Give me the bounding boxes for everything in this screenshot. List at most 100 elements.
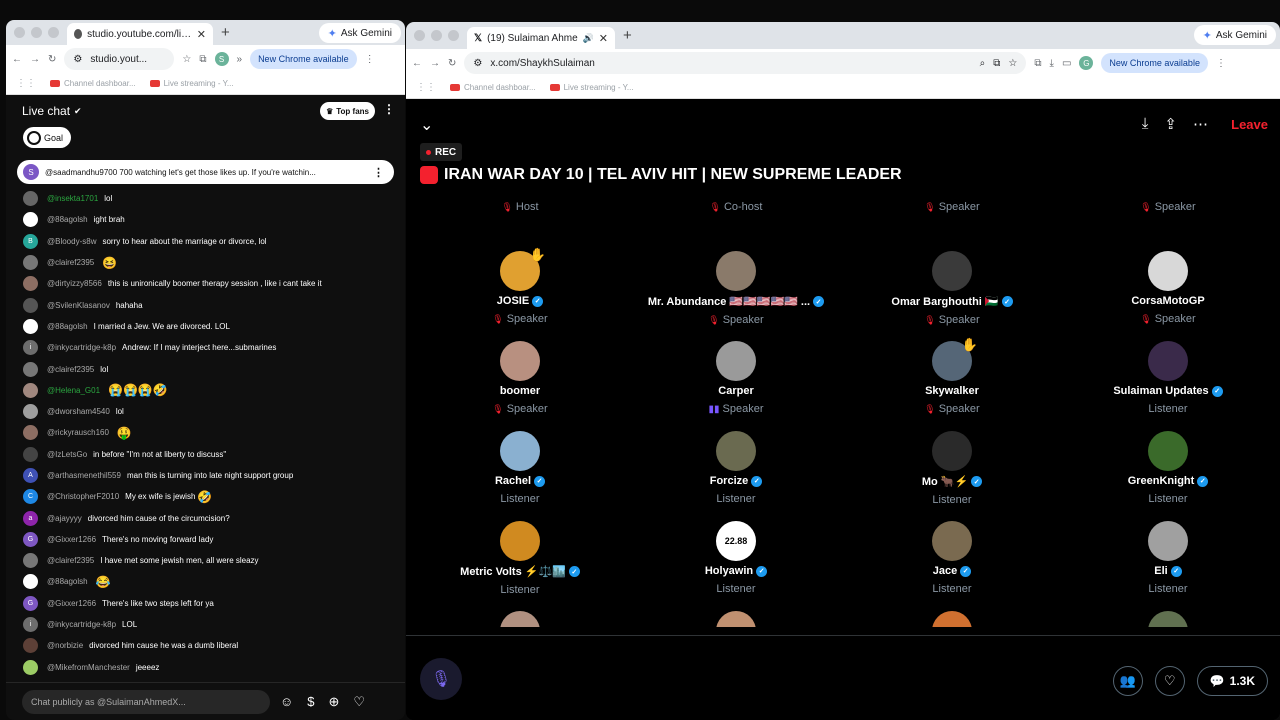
bookmark-star-icon[interactable]: ☆ <box>1008 58 1017 69</box>
chat-message[interactable]: a @ajayyyy divorced him cause of the circu… <box>6 507 405 528</box>
avatar[interactable]: A <box>23 468 38 483</box>
people-icon[interactable]: 👥 <box>1112 666 1143 696</box>
avatar[interactable] <box>23 446 38 462</box>
participant[interactable]: Rachel ✓ Listener <box>412 431 628 505</box>
chat-message[interactable]: @SvilenKlasanov hahaha <box>6 294 405 315</box>
tab-live-chat[interactable]: studio.youtube.com/live_chat ✕ <box>67 23 213 45</box>
avatar[interactable] <box>1148 251 1188 291</box>
reload-icon[interactable]: ↻ <box>48 54 56 65</box>
pinned-more-icon[interactable]: ⋮ <box>373 166 384 179</box>
avatar[interactable] <box>23 425 38 441</box>
new-tab-icon[interactable]: + <box>623 27 632 44</box>
window-controls[interactable] <box>6 27 67 38</box>
chat-author[interactable]: @norbizie <box>47 641 83 650</box>
avatar[interactable]: a <box>23 510 38 526</box>
avatar[interactable]: C <box>23 489 38 505</box>
chat-author[interactable]: @Helena_G01 <box>47 386 100 395</box>
address-bar[interactable]: ⚙ x.com/ShaykhSulaiman ⌕ ⧉ ☆ <box>464 52 1027 74</box>
avatar[interactable]: i <box>23 340 38 356</box>
chat-author[interactable]: @ChristopherF2010 <box>47 492 119 501</box>
avatar[interactable] <box>932 251 972 291</box>
avatar[interactable] <box>500 341 540 381</box>
participant[interactable]: Andrew Sheets✓🎙Speaker <box>1060 197 1276 213</box>
reload-icon[interactable]: ↻ <box>448 58 456 69</box>
top-fans-button[interactable]: ♛ Top fans <box>320 102 375 120</box>
avatar[interactable] <box>932 431 972 471</box>
avatar[interactable]: G <box>23 531 38 547</box>
chat-input[interactable]: Chat publicly as @SulaimanAhmedX... <box>22 689 270 714</box>
avatar[interactable]: G <box>23 595 38 611</box>
chat-message[interactable]: i @inkycartridge-k8p LOL <box>6 614 405 635</box>
extensions-icon[interactable]: ⧉ <box>199 54 206 65</box>
chat-message[interactable]: @insekta1701 lol <box>6 188 405 209</box>
ask-gemini-button[interactable]: ✦ Ask Gemini <box>1193 25 1276 45</box>
avatar[interactable] <box>1148 521 1188 561</box>
chat-author[interactable]: @IzLetsGo <box>47 450 87 459</box>
pinned-message[interactable]: S @saadmandhu9700 700 watching let's get… <box>17 160 394 184</box>
participant[interactable]: ✋ JOSIE ✓ 🎙 Speaker <box>412 247 628 325</box>
avatar[interactable] <box>716 611 756 627</box>
avatar[interactable] <box>716 251 756 291</box>
chat-message[interactable]: @88agolsh ight brah <box>6 209 405 230</box>
participant[interactable]: Sulaiman Updates ✓ Listener <box>1060 341 1276 415</box>
chat-author[interactable]: @88agolsh <box>47 215 88 224</box>
participant[interactable]: boomer 🎙 Speaker <box>412 341 628 415</box>
chat-author[interactable]: @inkycartridge-k8p <box>47 620 116 629</box>
chat-author[interactable]: @clairef2395 <box>47 258 94 267</box>
chat-message[interactable]: B @Bloody-s8w sorry to hear about the marr… <box>6 231 405 252</box>
bookmark-live-streaming[interactable]: Live streaming - Y... <box>149 79 234 88</box>
chat-author[interactable]: @SvilenKlasanov <box>47 301 110 310</box>
collapse-icon[interactable]: ⤓ <box>1142 115 1149 133</box>
forward-icon[interactable]: → <box>30 54 40 65</box>
microphone-button[interactable]: 🎙 <box>420 658 462 700</box>
chat-message[interactable]: @norbizie divorced him cause he was a dum… <box>6 635 405 656</box>
add-icon[interactable]: ⊕ <box>329 694 340 710</box>
listener-count-button[interactable]: 💬 1.3K <box>1196 666 1268 696</box>
profile-avatar[interactable]: G <box>1079 56 1094 70</box>
tab-x-profile[interactable]: 𝕏 (19) Sulaiman Ahmed (@S 🔊 ✕ <box>467 27 615 49</box>
reaction-icon[interactable]: ♡ <box>1154 666 1185 696</box>
avatar[interactable] <box>500 611 540 627</box>
avatar[interactable] <box>1148 431 1188 471</box>
chat-author[interactable]: @Bloody-s8w <box>47 237 96 246</box>
avatar[interactable] <box>23 361 38 377</box>
back-icon[interactable]: ← <box>12 54 22 65</box>
close-tab-icon[interactable]: ✕ <box>599 32 608 45</box>
chat-author[interactable]: @arthasmenethil559 <box>47 471 121 480</box>
avatar[interactable] <box>1148 341 1188 381</box>
new-chrome-available-button[interactable]: New Chrome available <box>1101 53 1208 73</box>
avatar[interactable] <box>500 521 540 561</box>
apps-grid-icon[interactable]: ⋮⋮ <box>416 82 436 93</box>
avatar[interactable]: B <box>23 233 38 249</box>
participant[interactable]: GreenKnight ✓ Listener <box>1060 431 1276 505</box>
avatar[interactable]: ✋ <box>500 247 546 291</box>
chat-author[interactable]: @88agolsh <box>47 577 88 586</box>
more-tabs-icon[interactable]: » <box>237 54 243 65</box>
avatar[interactable] <box>23 553 38 569</box>
zoom-icon[interactable]: ⌕ <box>980 58 986 69</box>
participant[interactable] <box>412 611 628 627</box>
chat-message[interactable]: C @ChristopherF2010 My ex wife is jewish 🤣 <box>6 486 405 507</box>
chat-author[interactable]: @rickyrausch160 <box>47 428 109 437</box>
window-controls[interactable] <box>406 30 467 41</box>
participant[interactable]: Metric Volts ⚡⚖️🏙️ ✓ Listener <box>412 521 628 596</box>
chat-message[interactable]: @dirtyizzy8566 this is unironically boome… <box>6 273 405 294</box>
chat-message[interactable]: @clairef2395 😆 <box>6 252 405 273</box>
chrome-menu-icon[interactable]: ⋮ <box>365 54 375 65</box>
chat-message[interactable]: @clairef2395 lol <box>6 358 405 379</box>
chevron-down-icon[interactable]: ✔ <box>74 106 82 117</box>
avatar[interactable] <box>23 212 38 228</box>
chat-message[interactable]: A @arthasmenethil559 man this is turning i… <box>6 465 405 486</box>
ask-gemini-button[interactable]: ✦ Ask Gemini <box>318 23 401 43</box>
chat-author[interactable]: @inkycartridge-k8p <box>47 343 116 352</box>
avatar[interactable] <box>23 191 38 207</box>
bookmark-live-streaming[interactable]: Live streaming - Y... <box>549 83 634 92</box>
new-tab-icon[interactable]: + <box>221 24 230 41</box>
chat-message[interactable]: @88agolsh I married a Jew. We are divorce… <box>6 316 405 337</box>
avatar[interactable] <box>716 341 756 381</box>
super-chat-icon[interactable]: $ <box>307 694 314 710</box>
emoji-icon[interactable]: ☺ <box>280 694 293 710</box>
chat-author[interactable]: @ajayyyy <box>47 514 82 523</box>
avatar[interactable] <box>23 297 38 313</box>
chrome-menu-icon[interactable]: ⋮ <box>1216 58 1226 69</box>
